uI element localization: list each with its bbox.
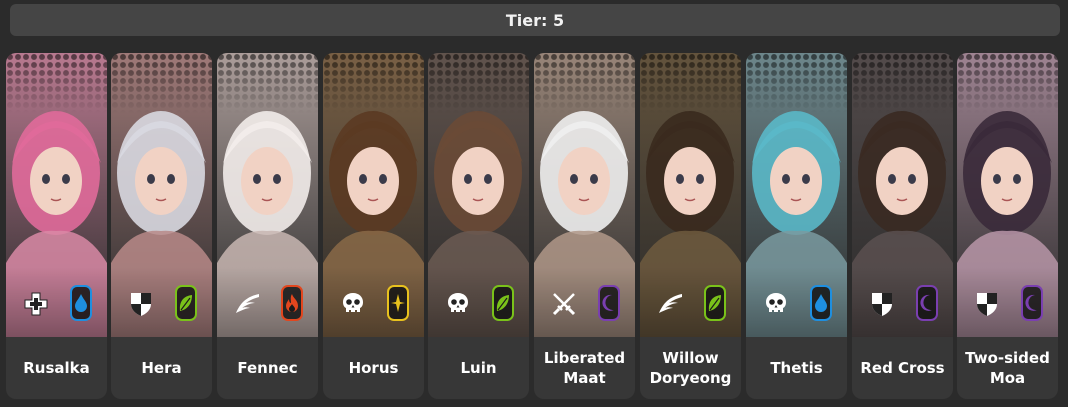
cross-icon xyxy=(21,289,51,319)
character-name: Rusalka xyxy=(23,359,90,377)
half-shield-icon xyxy=(972,289,1002,319)
water-drop-icon xyxy=(70,285,92,321)
moon-icon xyxy=(1021,285,1043,321)
half-shield-icon xyxy=(126,289,156,319)
leaf-icon xyxy=(492,285,514,321)
character-portrait xyxy=(111,53,212,337)
character-name: Horus xyxy=(348,359,399,377)
character-card[interactable]: Fennec xyxy=(217,53,318,399)
character-portrait xyxy=(6,53,107,337)
character-name: Liberated Maat xyxy=(543,349,626,387)
moon-icon xyxy=(598,285,620,321)
character-name: Willow Doryeong xyxy=(649,349,732,387)
character-card[interactable]: Willow Doryeong xyxy=(640,53,741,399)
character-name: Two-sided Moa xyxy=(965,349,1050,387)
character-portrait xyxy=(323,53,424,337)
character-portrait xyxy=(534,53,635,337)
character-name: Thetis xyxy=(770,359,823,377)
character-card[interactable]: Thetis xyxy=(746,53,847,399)
wing-icon xyxy=(655,289,685,319)
wing-icon xyxy=(232,289,262,319)
character-name: Hera xyxy=(141,359,182,377)
character-card[interactable]: Horus xyxy=(323,53,424,399)
character-card[interactable]: Liberated Maat xyxy=(534,53,635,399)
character-card[interactable]: Red Cross xyxy=(852,53,953,399)
leaf-icon xyxy=(175,285,197,321)
half-shield-icon xyxy=(867,289,897,319)
character-card[interactable]: Luin xyxy=(428,53,529,399)
character-card[interactable]: Rusalka xyxy=(6,53,107,399)
fire-icon xyxy=(281,285,303,321)
character-name: Luin xyxy=(460,359,497,377)
moon-icon xyxy=(916,285,938,321)
crossed-swords-icon xyxy=(549,289,579,319)
tier-label: Tier: 5 xyxy=(505,10,565,30)
character-name: Fennec xyxy=(237,359,298,377)
skull-icon xyxy=(443,289,473,319)
character-portrait xyxy=(428,53,529,337)
character-card[interactable]: Two-sided Moa xyxy=(957,53,1058,399)
character-portrait xyxy=(852,53,953,337)
skull-icon xyxy=(761,289,791,319)
character-portrait xyxy=(746,53,847,337)
character-portrait xyxy=(217,53,318,337)
water-drop-icon xyxy=(810,285,832,321)
leaf-icon xyxy=(704,285,726,321)
character-name: Red Cross xyxy=(860,359,945,377)
tier-header: Tier: 5 xyxy=(10,4,1060,36)
character-portrait xyxy=(957,53,1058,337)
skull-icon xyxy=(338,289,368,319)
character-portrait xyxy=(640,53,741,337)
star-icon xyxy=(387,285,409,321)
character-card[interactable]: Hera xyxy=(111,53,212,399)
